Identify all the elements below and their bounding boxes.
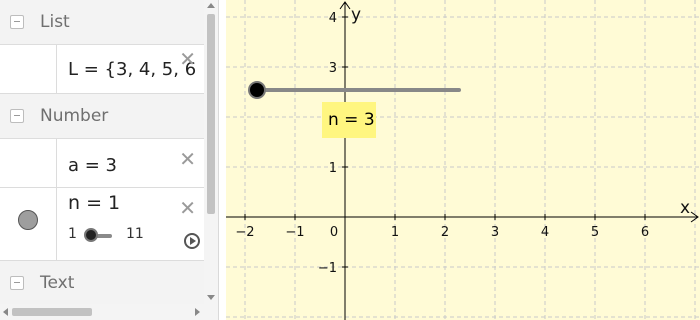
algebra-row-list-L[interactable]: L = {3, 4, 5, 6 ✕: [0, 45, 204, 94]
category-list-label: List: [40, 12, 70, 32]
slider-n-expression[interactable]: n = 1: [68, 192, 120, 214]
category-number-header[interactable]: Number: [0, 94, 204, 139]
scrollbar-thumb[interactable]: [207, 14, 215, 214]
slider-n[interactable]: 1 11: [68, 226, 178, 246]
x-tick-label: 2: [441, 225, 449, 240]
visibility-cell: [0, 188, 57, 260]
number-a-expression[interactable]: a = 3: [68, 155, 117, 176]
y-tick-label: −1: [318, 261, 337, 276]
scroll-up-icon[interactable]: [207, 3, 215, 8]
category-text-header[interactable]: Text: [0, 261, 204, 306]
visibility-toggle-icon[interactable]: [18, 210, 38, 230]
collapse-icon[interactable]: [10, 276, 24, 290]
play-icon[interactable]: [184, 233, 200, 249]
x-axis-label: x: [680, 198, 690, 218]
algebra-row-slider-n[interactable]: n = 1 ✕ 1 11: [0, 188, 204, 261]
y-axis-label: y: [351, 5, 361, 25]
scrollbar-thumb[interactable]: [12, 308, 92, 316]
visibility-cell: [0, 45, 57, 93]
y-tick-label: 1: [329, 161, 337, 176]
category-list-header[interactable]: List: [0, 0, 204, 45]
delete-icon[interactable]: ✕: [179, 198, 196, 218]
graphics-view[interactable]: −2−101234564321−1xy n = 3: [226, 0, 700, 320]
x-tick-label: 3: [491, 225, 499, 240]
slider-max-label: 11: [126, 226, 144, 242]
visibility-cell: [0, 139, 57, 187]
algebra-row-number-a[interactable]: a = 3 ✕: [0, 139, 204, 188]
collapse-icon[interactable]: [10, 109, 24, 123]
scroll-down-icon[interactable]: [207, 295, 215, 300]
algebra-vertical-scrollbar[interactable]: [204, 0, 218, 304]
x-tick-label: 5: [591, 225, 599, 240]
slider-knob[interactable]: [84, 228, 98, 242]
x-tick-label: −1: [285, 225, 304, 240]
y-tick-label: 4: [329, 11, 337, 26]
delete-icon[interactable]: ✕: [179, 49, 196, 69]
graphics-slider-point[interactable]: [248, 81, 266, 99]
slider-value-label: n = 3: [328, 110, 375, 130]
collapse-icon[interactable]: [10, 15, 24, 29]
geogebra-app: List L = {3, 4, 5, 6 ✕ Number a = 3 ✕ n …: [0, 0, 700, 320]
x-tick-label: 1: [391, 225, 399, 240]
y-tick-label: 3: [329, 61, 337, 76]
x-tick-label: 0: [330, 225, 338, 240]
coordinate-plane[interactable]: −2−101234564321−1xy: [226, 0, 700, 320]
slider-min-label: 1: [68, 226, 77, 242]
category-number-label: Number: [40, 106, 109, 126]
delete-icon[interactable]: ✕: [179, 149, 196, 169]
category-text-label: Text: [40, 273, 75, 293]
scroll-right-icon[interactable]: [195, 308, 200, 316]
x-tick-label: −2: [235, 225, 254, 240]
x-tick-label: 4: [541, 225, 549, 240]
x-tick-label: 6: [641, 225, 649, 240]
list-L-expression[interactable]: L = {3, 4, 5, 6: [68, 59, 196, 80]
algebra-view: List L = {3, 4, 5, 6 ✕ Number a = 3 ✕ n …: [0, 0, 219, 320]
algebra-horizontal-scrollbar[interactable]: [0, 304, 218, 320]
scroll-left-icon[interactable]: [3, 308, 8, 316]
